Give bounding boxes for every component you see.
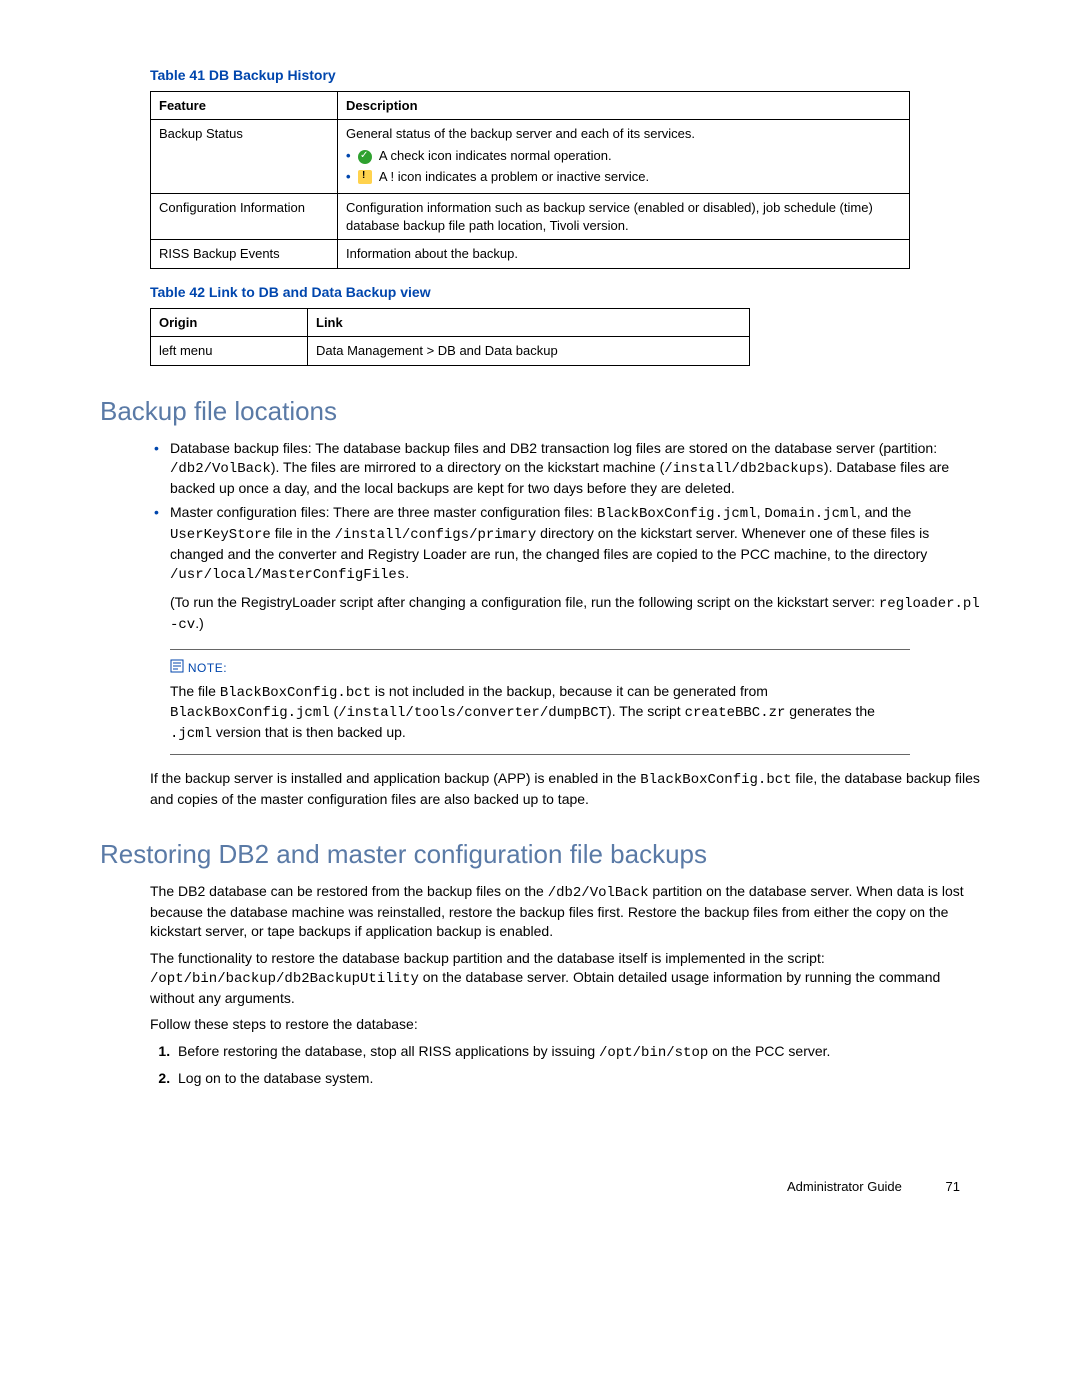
desc-cell: General status of the backup server and … [338,120,910,194]
section-backup-file-locations-title: Backup file locations [100,394,980,429]
table-header-row: Origin Link [151,308,750,337]
note-label: NOTE: [188,661,227,675]
origin-cell: left menu [151,337,308,366]
desc-cell: Information about the backup. [338,240,910,269]
table-row: Backup Status General status of the back… [151,120,910,194]
warning-icon [358,170,372,184]
list-item: Master configuration files: There are th… [150,503,980,634]
desc-cell: Configuration information such as backup… [338,194,910,240]
feature-cell: Backup Status [151,120,338,194]
table42: Origin Link left menu Data Management > … [150,308,750,366]
note-body: The file BlackBoxConfig.bct is not inclu… [170,682,910,745]
feature-cell: Configuration Information [151,194,338,240]
footer-title: Administrator Guide [787,1179,902,1194]
restore-p1: The DB2 database can be restored from th… [150,882,980,941]
page-footer: Administrator Guide 71 [100,1178,980,1196]
backup-locations-list: Database backup files: The database back… [150,439,980,635]
table-row: RISS Backup Events Information about the… [151,240,910,269]
restore-p3: Follow these steps to restore the databa… [150,1015,980,1034]
table41-caption: Table 41 DB Backup History [150,66,980,85]
desc-intro: General status of the backup server and … [346,126,695,141]
list-item: Database backup files: The database back… [150,439,980,498]
table41-h2: Description [338,91,910,120]
feature-cell: RISS Backup Events [151,240,338,269]
bullet-item: • A ! icon indicates a problem or inacti… [346,168,901,186]
table42-caption: Table 42 Link to DB and Data Backup view [150,283,980,302]
restore-p2: The functionality to restore the databas… [150,949,980,1008]
table-row: Configuration Information Configuration … [151,194,910,240]
table-row: left menu Data Management > DB and Data … [151,337,750,366]
note-icon [170,659,184,678]
table41-h1: Feature [151,91,338,120]
restore-steps: Before restoring the database, stop all … [150,1042,980,1088]
after-note-paragraph: If the backup server is installed and ap… [150,769,980,809]
page-number: 71 [946,1178,960,1196]
bullet-item: • A check icon indicates normal operatio… [346,147,901,165]
step-item: Before restoring the database, stop all … [174,1042,980,1063]
step-item: Log on to the database system. [174,1069,980,1088]
table41: Feature Description Backup Status Genera… [150,91,910,269]
link-cell: Data Management > DB and Data backup [308,337,750,366]
table42-h2: Link [308,308,750,337]
table42-h1: Origin [151,308,308,337]
section-restoring-title: Restoring DB2 and master configuration f… [100,837,980,872]
note-box: NOTE: The file BlackBoxConfig.bct is not… [170,649,910,755]
table-header-row: Feature Description [151,91,910,120]
check-icon [358,150,372,164]
